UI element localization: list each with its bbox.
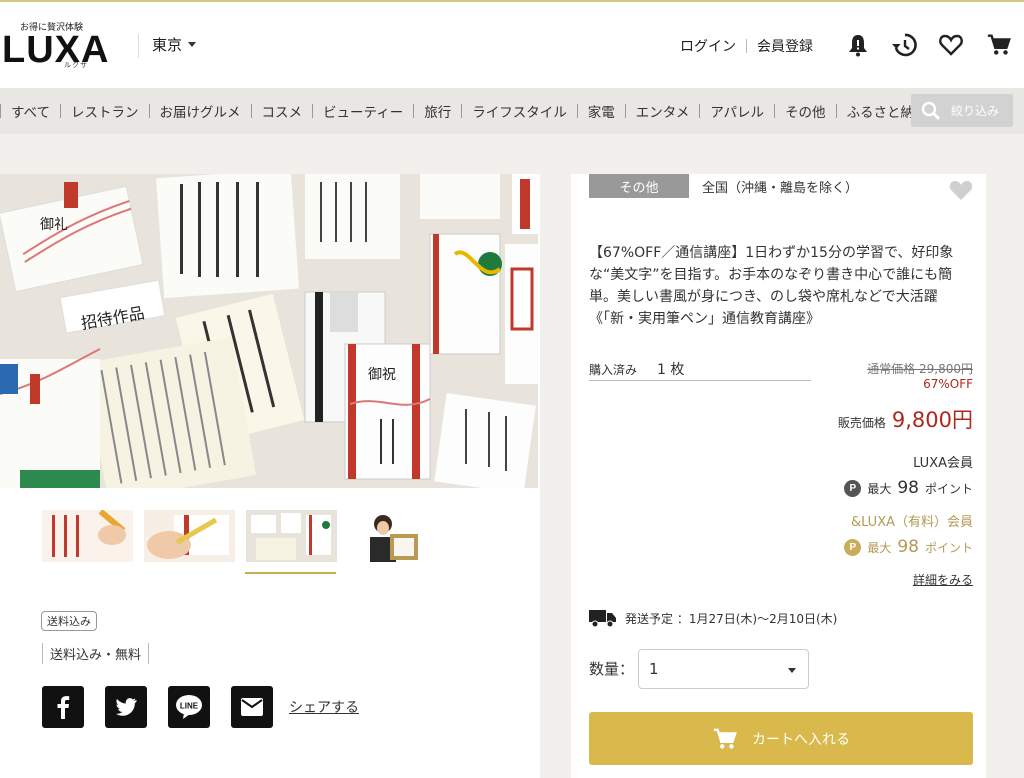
- thumbnail-1[interactable]: [42, 510, 133, 562]
- category-item[interactable]: 旅行: [414, 101, 461, 121]
- quantity-label: 数量：: [589, 660, 635, 678]
- purchased-count: 購入済み 1 枚: [589, 358, 811, 381]
- quantity-select[interactable]: 1: [638, 649, 809, 689]
- logo-text: LUXA: [2, 29, 110, 71]
- product-main-image[interactable]: 御礼 招待作品 御祝: [0, 174, 538, 488]
- premium-points: P 最大 98 ポイント: [844, 537, 973, 557]
- category-item[interactable]: その他: [775, 101, 836, 121]
- image-text: 御礼: [40, 217, 68, 233]
- details-link[interactable]: 詳細をみる: [913, 571, 973, 588]
- delivery-area: 全国（沖縄・離島を除く）: [702, 181, 859, 196]
- thumbnail-strip: [42, 510, 439, 562]
- sale-price-block: 販売価格 9,800円: [838, 404, 973, 434]
- category-item[interactable]: すべて: [1, 101, 60, 121]
- share-link[interactable]: シェアする: [289, 697, 359, 717]
- shipping-badge: 送料込み: [41, 611, 97, 631]
- points-prefix: 最大: [867, 481, 892, 496]
- region-label: 東京: [152, 36, 183, 54]
- cart-icon[interactable]: [986, 32, 1012, 58]
- category-item[interactable]: 家電: [578, 101, 625, 121]
- mail-share-button[interactable]: [231, 686, 273, 728]
- category-item[interactable]: エンタメ: [626, 101, 700, 121]
- purchased-value: 1 枚: [657, 362, 685, 378]
- favorite-heart-icon[interactable]: [948, 178, 974, 202]
- points-value: 98: [897, 478, 919, 498]
- product-description: 【67%OFF／通信講座】1日わずか15分の学習で、好印象な“美文字”を目指す。…: [589, 245, 954, 327]
- points-prefix: 最大: [867, 540, 892, 555]
- discount-rate: 67%OFF: [923, 377, 973, 391]
- active-thumbnail-indicator: [245, 572, 336, 574]
- twitter-share-button[interactable]: [105, 686, 147, 728]
- logo-kana: ルクサ: [64, 61, 88, 69]
- cart-button-label: カートへ入れる: [752, 731, 850, 748]
- category-item[interactable]: ライフスタイル: [462, 101, 577, 121]
- cart-icon: [713, 728, 737, 749]
- thumbnail-2[interactable]: [144, 510, 235, 562]
- heart-icon[interactable]: [938, 32, 964, 58]
- facebook-icon: [57, 696, 70, 719]
- bell-icon[interactable]: [845, 32, 871, 58]
- search-icon: [921, 101, 940, 120]
- category-item[interactable]: アパレル: [700, 101, 774, 121]
- member-points: P 最大 98 ポイント: [844, 478, 973, 498]
- divider: [746, 39, 747, 53]
- quantity-value: 1: [649, 660, 659, 678]
- site-header: お得に贅沢体験 LUXA ルクサ 東京 ログイン 会員登録: [0, 2, 1024, 88]
- filter-search-button[interactable]: 絞り込み: [911, 94, 1013, 127]
- mail-icon: [241, 698, 263, 716]
- category-nav: すべて レストラン お届けグルメ コスメ ビューティー 旅行 ライフスタイル 家電 エンタメ アパ…: [0, 88, 1024, 134]
- facebook-share-button[interactable]: [42, 686, 84, 728]
- logo[interactable]: お得に贅沢体験 LUXA ルクサ: [0, 16, 110, 72]
- regular-price: 通常価格 29,800円: [867, 362, 973, 376]
- category-list: すべて レストラン お届けグルメ コスメ ビューティー 旅行 ライフスタイル 家電 エンタメ アパ…: [0, 88, 939, 134]
- delivery-text: 発送予定 ：1月27日(木)〜2月10日(木): [625, 611, 838, 626]
- thumbnail-3[interactable]: [246, 510, 337, 562]
- point-coin-icon: P: [844, 479, 862, 497]
- add-to-cart-button[interactable]: カートへ入れる: [589, 712, 973, 765]
- history-icon[interactable]: [891, 32, 917, 58]
- points-value: 98: [897, 537, 919, 557]
- twitter-icon: [115, 698, 137, 716]
- points-suffix: ポイント: [924, 481, 973, 496]
- point-coin-icon: P: [844, 538, 862, 556]
- chevron-down-icon: [188, 42, 197, 47]
- register-link[interactable]: 会員登録: [757, 36, 813, 56]
- premium-member-label: &LUXA（有料）会員: [850, 515, 973, 530]
- image-text: 御祝: [368, 367, 396, 383]
- category-badge: その他: [589, 174, 689, 198]
- shipping-text: 送料込み・無料: [42, 643, 150, 664]
- divider: [138, 34, 139, 58]
- member-label: LUXA会員: [913, 456, 973, 471]
- purchased-label: 購入済み: [589, 362, 638, 377]
- line-share-button[interactable]: LINE: [168, 686, 210, 728]
- region-selector[interactable]: 東京: [152, 34, 197, 55]
- sale-price: 9,800円: [891, 408, 973, 432]
- category-item[interactable]: コスメ: [252, 101, 313, 121]
- points-suffix: ポイント: [924, 540, 973, 555]
- category-item[interactable]: お届けグルメ: [150, 101, 251, 121]
- filter-label: 絞り込み: [951, 104, 1000, 118]
- truck-icon: [589, 610, 616, 628]
- social-share-buttons: LINE: [42, 686, 273, 728]
- auth-links: ログイン 会員登録: [680, 36, 813, 56]
- category-item[interactable]: ビューティー: [313, 101, 413, 121]
- thumbnail-4[interactable]: [348, 510, 439, 562]
- category-item[interactable]: レストラン: [61, 101, 149, 121]
- sale-price-label: 販売価格: [837, 416, 886, 430]
- line-icon: LINE: [176, 695, 202, 719]
- delivery-schedule: 発送予定 ：1月27日(木)〜2月10日(木): [589, 608, 837, 628]
- login-link[interactable]: ログイン: [680, 36, 736, 56]
- chevron-down-icon: [788, 668, 796, 673]
- svg-text:LINE: LINE: [180, 702, 199, 711]
